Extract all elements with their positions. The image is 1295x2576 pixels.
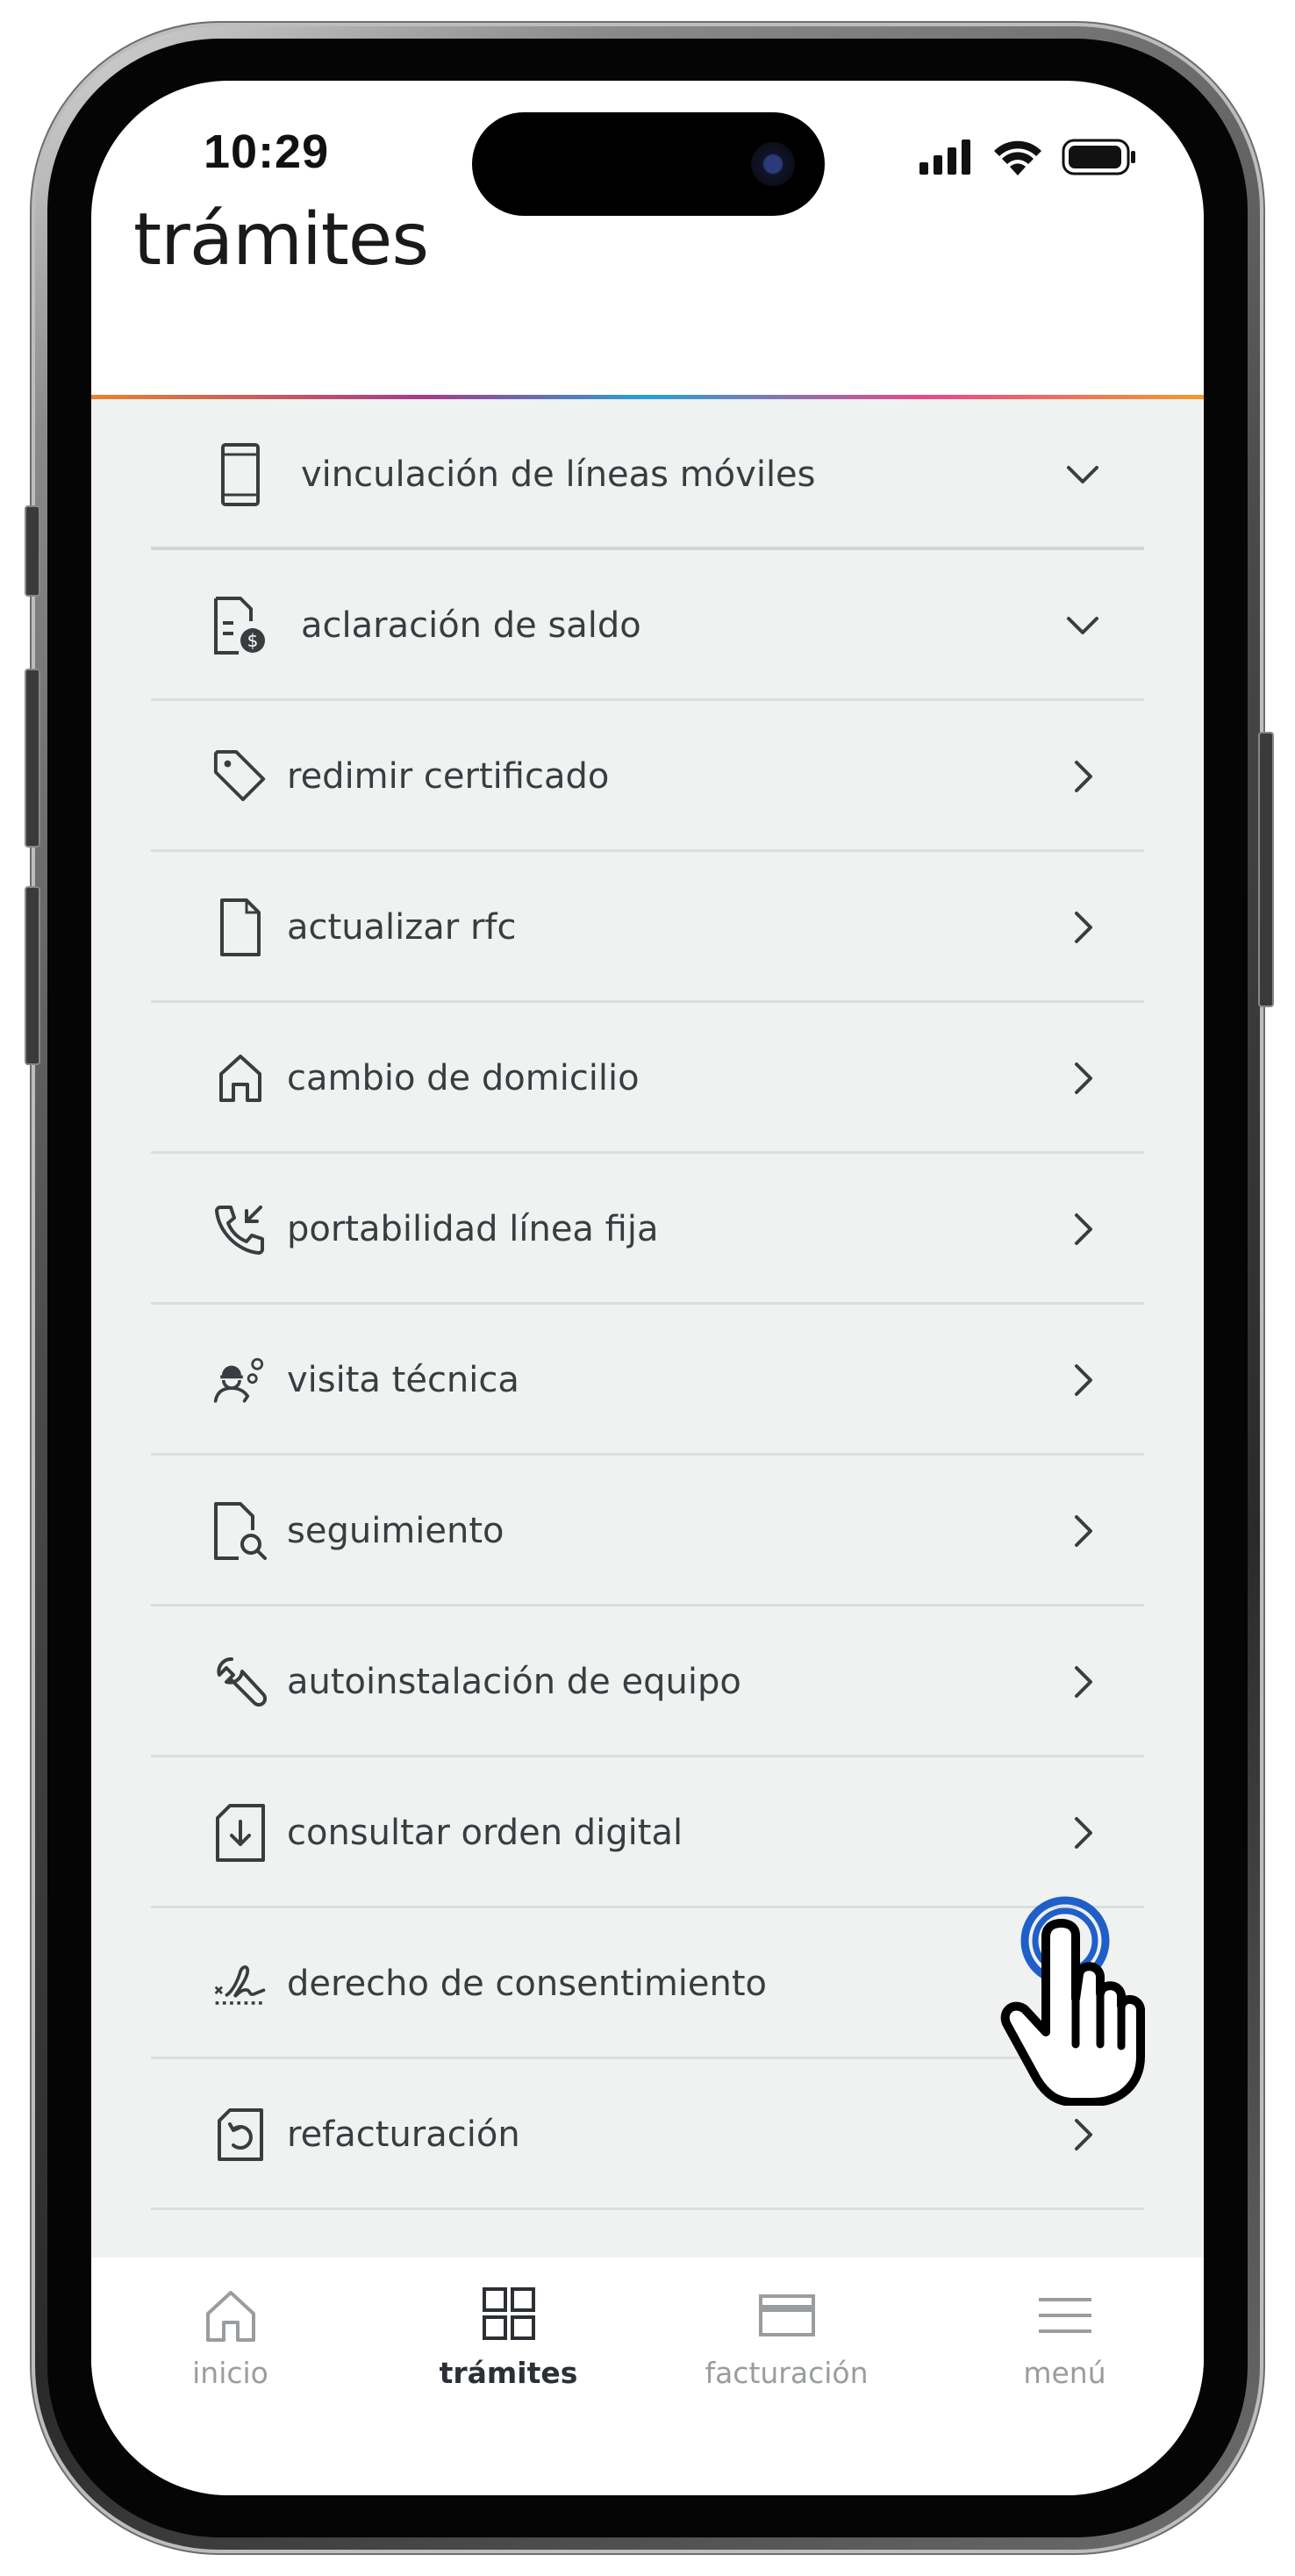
list-item-aclaracion-saldo[interactable]: $ aclaración de saldo	[151, 550, 1144, 701]
list-item-cambio-domicilio[interactable]: cambio de domicilio	[151, 1003, 1144, 1154]
tab-inicio[interactable]: inicio	[91, 2284, 369, 2398]
list-item-label: refacturación	[287, 2114, 520, 2155]
page-title: trámites	[133, 198, 429, 282]
signature-icon	[212, 1951, 268, 2016]
list-item-visita-tecnica[interactable]: visita técnica	[151, 1305, 1144, 1456]
tab-label: inicio	[192, 2356, 268, 2390]
signal-icon	[919, 140, 970, 175]
chevron-right-icon	[1075, 912, 1092, 943]
list-item-label: actualizar rfc	[287, 907, 517, 948]
list-item-label: autoinstalación de equipo	[287, 1662, 741, 1702]
header: trámites	[91, 198, 1204, 397]
grid-icon	[482, 2287, 535, 2340]
tag-icon	[212, 744, 268, 809]
document-download-icon	[212, 1800, 268, 1865]
chevron-down-icon	[1067, 617, 1098, 634]
chevron-right-icon	[1075, 1063, 1092, 1094]
tab-label: facturación	[705, 2356, 869, 2390]
list-item-seguimiento[interactable]: seguimiento	[151, 1456, 1144, 1606]
tab-tramites[interactable]: trámites	[369, 2284, 648, 2398]
list-item-label: seguimiento	[287, 1511, 504, 1551]
list-item-label: consultar orden digital	[287, 1813, 683, 1853]
tab-label: trámites	[439, 2356, 578, 2390]
document-icon	[212, 895, 268, 960]
battery-icon	[1062, 139, 1135, 175]
list-item-label: redimir certificado	[287, 756, 610, 797]
list-item-portabilidad[interactable]: portabilidad línea fija	[151, 1154, 1144, 1305]
list-item-actualizar-rfc[interactable]: actualizar rfc	[151, 852, 1144, 1003]
divider	[151, 2207, 1144, 2210]
volume-down-button	[25, 886, 40, 1065]
document-search-icon	[212, 1499, 268, 1563]
power-button	[1258, 732, 1274, 1007]
bottom-tab-bar: inicio trámites facturación menú	[91, 2258, 1204, 2495]
status-icons	[919, 139, 1137, 175]
tap-hand-cursor-icon	[1000, 1896, 1145, 2106]
list-item-label: portabilidad línea fija	[287, 1209, 659, 1249]
tab-facturacion[interactable]: facturación	[648, 2284, 926, 2398]
chevron-right-icon	[1075, 1515, 1092, 1547]
list-item-label: visita técnica	[287, 1360, 519, 1400]
chevron-right-icon	[1075, 761, 1092, 792]
dynamic-island	[472, 112, 825, 216]
chevron-down-icon	[1067, 466, 1098, 483]
list-item-label: derecho de consentimiento	[287, 1964, 768, 2004]
list-item-autoinstalacion[interactable]: autoinstalación de equipo	[151, 1606, 1144, 1757]
action-button	[25, 505, 40, 597]
home-icon	[205, 2291, 255, 2342]
tab-menu[interactable]: menú	[926, 2284, 1204, 2398]
list-item-label: aclaración de saldo	[301, 605, 641, 646]
chevron-right-icon	[1075, 1213, 1092, 1245]
tab-label: menú	[1023, 2356, 1106, 2390]
list-item-label: vinculación de líneas móviles	[301, 454, 816, 495]
home-icon	[212, 1046, 268, 1111]
chevron-right-icon	[1075, 2119, 1092, 2150]
phone-incoming-icon	[212, 1197, 268, 1262]
chevron-right-icon	[1075, 1817, 1092, 1849]
card-icon	[758, 2294, 815, 2336]
smartphone-icon	[212, 442, 268, 507]
status-time: 10:29	[204, 125, 330, 178]
chevron-right-icon	[1075, 1666, 1092, 1698]
list-item-redimir-certificado[interactable]: redimir certificado	[151, 701, 1144, 852]
list-item-label: cambio de domicilio	[287, 1058, 640, 1098]
wrench-icon	[212, 1649, 268, 1714]
wifi-icon	[994, 140, 1041, 175]
volume-up-button	[25, 669, 40, 848]
hamburger-menu-icon	[1038, 2298, 1091, 2333]
technician-icon	[212, 1348, 268, 1413]
chevron-right-icon	[1075, 1364, 1092, 1396]
camera-icon	[751, 142, 795, 186]
phone-screen: 10:29 trámites vinculación de líneas móv…	[91, 81, 1204, 2495]
document-refresh-icon	[212, 2102, 268, 2167]
list-item-vinculacion[interactable]: vinculación de líneas móviles	[151, 399, 1144, 550]
svg-text:$: $	[247, 630, 259, 651]
document-dollar-icon: $	[212, 593, 268, 658]
